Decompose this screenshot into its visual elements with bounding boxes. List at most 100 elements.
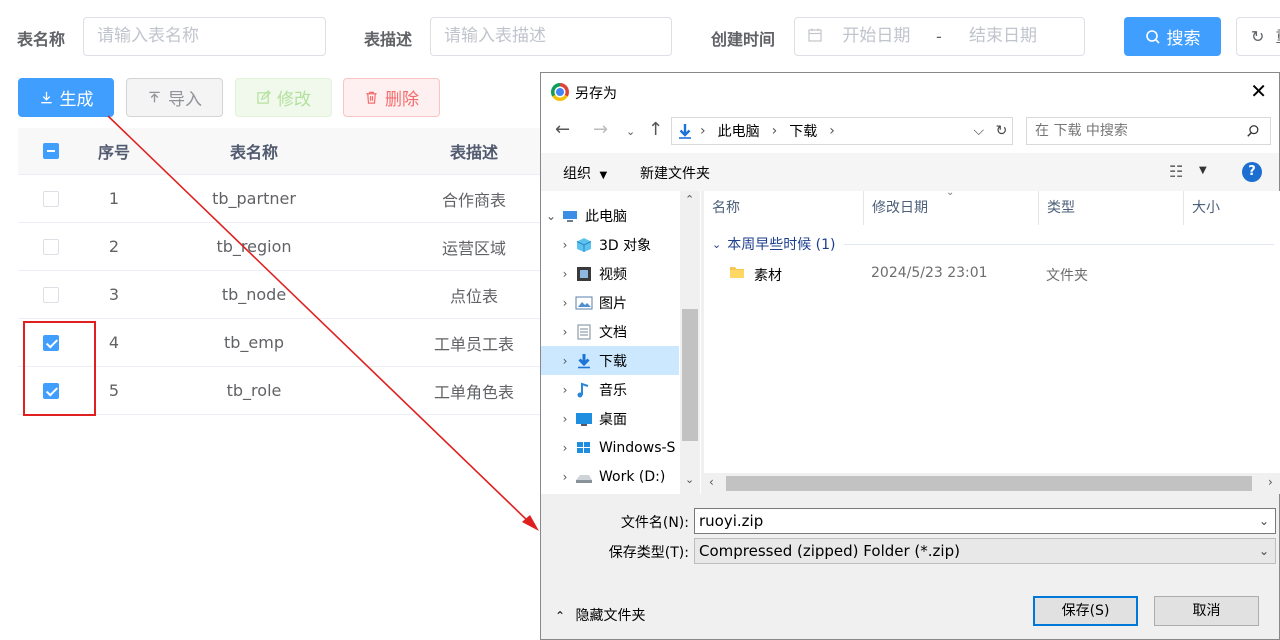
filename-input[interactable]: ruoyi.zip ⌄ [694,508,1276,534]
new-folder-button[interactable]: 新建文件夹 [640,163,710,183]
end-date-input[interactable]: 结束日期 [969,17,1037,56]
file-name: 素材 [754,268,782,284]
filename-value: ruoyi.zip [699,512,764,530]
delete-button[interactable]: 删除 [343,78,440,117]
table-row[interactable]: 1 tb_partner 合作商表 [18,175,540,223]
edit-button[interactable]: 修改 [235,78,332,117]
table-name-input[interactable]: 请输入表名称 [83,17,326,56]
help-icon[interactable]: ? [1242,162,1262,182]
chevron-down-icon[interactable]: ▼ [1199,165,1207,176]
tree-item-pictures[interactable]: › 图片 [555,288,693,317]
import-button[interactable]: 导入 [126,78,223,117]
delete-button-label: 删除 [385,90,419,110]
row-checkbox[interactable] [43,190,59,207]
table-row[interactable]: 3 tb_node 点位表 [18,271,540,319]
row-index: 2 [108,237,120,256]
row-checkbox[interactable] [43,286,59,303]
tree-scrollbar[interactable]: ⌃ ⌄ [680,191,700,494]
horizontal-scrollbar[interactable]: ‹ › [704,473,1280,494]
table-row[interactable]: 2 tb_region 运营区域 [18,223,540,271]
table-name-label: 表名称 [17,30,66,49]
up-arrow-icon[interactable]: ↑ [648,119,663,140]
row-table-name: tb_node [221,285,287,304]
edit-icon [257,90,271,104]
chevron-down-icon[interactable]: ⌄ [1259,509,1269,533]
filename-label: 文件名(N): [620,515,689,531]
video-icon [577,266,591,281]
search-button[interactable]: 搜索 [1124,17,1221,56]
generate-button[interactable]: 生成 [18,78,114,117]
dialog-search-input[interactable]: 在 下载 中搜索 [1026,117,1271,145]
recent-dropdown-icon[interactable]: ⌄ [626,125,635,138]
save-button[interactable]: 保存(S) [1033,596,1138,626]
file-row[interactable]: 素材 2024/5/23 23:01 文件夹 [726,261,1266,285]
table-row[interactable]: 4 tb_emp 工单员工表 [18,319,540,367]
scroll-left-icon[interactable]: ‹ [709,475,714,489]
tree-item-videos[interactable]: › 视频 [555,259,693,288]
row-table-name: tb_partner [212,189,296,208]
import-button-label: 导入 [168,90,202,110]
date-separator: - [936,27,942,46]
chevron-down-icon: ⌄ [712,237,722,251]
column-header-type[interactable]: 类型 [1039,191,1184,225]
tree-item-this-pc[interactable]: ⌄ 此电脑 [541,201,679,230]
file-group-label: 本周早些时候 (1) [727,237,836,253]
reset-button[interactable]: ↻ 重 [1236,17,1280,56]
chevron-right-icon: › [562,266,568,281]
breadcrumb-this-pc[interactable]: 此电脑 [718,121,760,141]
back-arrow-icon[interactable]: ← [555,119,570,140]
chevron-down-icon[interactable]: ⌄ [1259,539,1269,563]
tree-item-desktop[interactable]: › 桌面 [555,404,693,433]
file-group-header[interactable]: ⌄ 本周早些时候 (1) [712,233,1274,255]
chevron-right-icon: › [562,324,568,339]
row-index: 3 [108,285,120,304]
organize-menu[interactable]: 组织 ▼ [563,163,607,183]
save-as-dialog: 另存为 ✕ ← → ⌄ ↑ › 此电脑 › 下载 › ⌵ ↻ 在 下载 中搜索 [540,72,1280,640]
edit-button-label: 修改 [277,90,311,110]
tree-item-label: 文档 [599,324,627,341]
tree-item-windows-drive[interactable]: › Windows-S [555,433,679,462]
chevron-right-icon: › [562,411,568,426]
scrollbar-thumb[interactable] [682,309,698,441]
table-row[interactable]: 5 tb_role 工单角色表 [18,367,540,415]
column-header-size[interactable]: 大小 [1184,191,1280,225]
address-bar[interactable]: › 此电脑 › 下载 › ⌵ [671,117,1013,145]
start-date-input[interactable]: 开始日期 [842,26,910,46]
column-header-name[interactable]: 名称 [704,191,864,225]
tree-item-work-drive[interactable]: › Work (D:) [555,462,693,491]
breadcrumb-separator-icon: › [771,123,778,139]
table-desc-input[interactable]: 请输入表描述 [430,17,672,56]
hide-folders-label: 隐藏文件夹 [575,608,646,624]
tree-item-documents[interactable]: › 文档 [555,317,693,346]
breadcrumb-downloads[interactable]: 下载 [789,121,817,141]
search-button-label: 搜索 [1166,29,1201,49]
tree-item-music[interactable]: › 音乐 [555,375,693,404]
close-icon[interactable]: ✕ [1250,79,1267,103]
annotation-arrow-head [522,515,539,531]
row-checkbox[interactable] [43,238,59,255]
refresh-icon[interactable]: ↻ [991,117,1013,145]
scroll-right-icon[interactable]: › [1268,475,1273,489]
view-options-icon[interactable]: ☷ [1169,162,1183,181]
select-all-checkbox[interactable] [43,143,59,159]
dialog-title: 另存为 [575,86,617,102]
filetype-select[interactable]: Compressed (zipped) Folder (*.zip) ⌄ [694,538,1276,564]
scroll-up-icon[interactable]: ⌃ [685,193,694,206]
cancel-button[interactable]: 取消 [1154,596,1259,626]
scroll-down-icon[interactable]: ⌄ [685,473,694,486]
scrollbar-thumb[interactable] [726,476,1252,491]
hide-folders-toggle[interactable]: ⌃ 隐藏文件夹 [555,605,646,625]
forward-arrow-icon[interactable]: → [593,119,608,140]
address-dropdown-icon[interactable]: ⌵ [973,123,984,139]
column-header-index: 序号 [97,143,130,162]
trash-icon [366,91,377,104]
tree-item-downloads[interactable]: › 下载 [541,346,679,375]
tree-item-label: 桌面 [599,411,627,428]
organize-label: 组织 [563,166,591,182]
row-table-name: tb_emp [223,333,284,352]
drive-icon [576,474,592,483]
tree-item-3d-objects[interactable]: › 3D 对象 [555,230,693,259]
music-icon [577,382,589,397]
chevron-down-icon: ▼ [599,170,608,181]
document-icon [577,324,591,339]
